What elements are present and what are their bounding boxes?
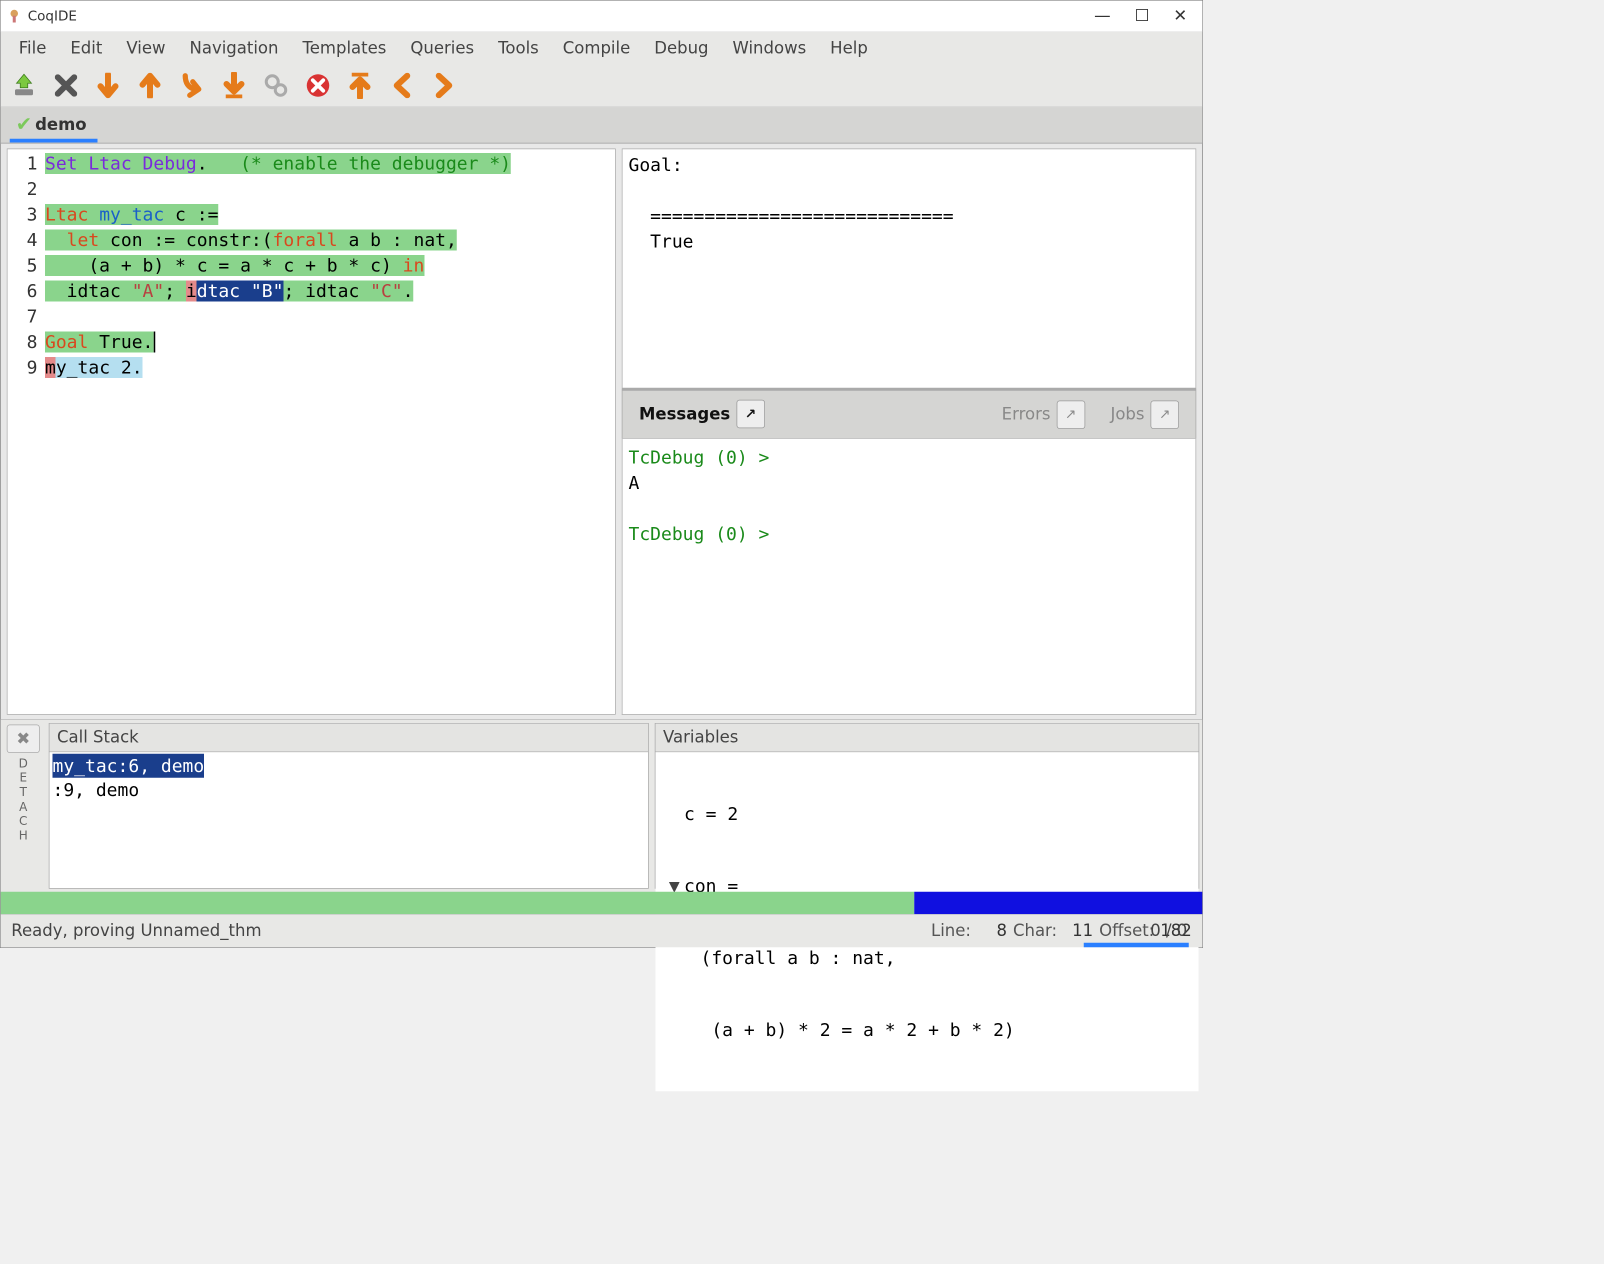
main-split: 1Set Ltac Debug. (* enable the debugger … <box>1 143 1203 719</box>
close-icon[interactable] <box>52 71 81 100</box>
arrow-up-icon[interactable] <box>136 71 165 100</box>
line-number: 9 <box>8 355 46 381</box>
tab-label: Jobs <box>1110 405 1144 424</box>
menu-help[interactable]: Help <box>818 34 880 62</box>
menubar: File Edit View Navigation Templates Quer… <box>1 32 1203 64</box>
line-number: 8 <box>8 329 46 355</box>
callstack-body[interactable]: my_tac:6, demo:9, demo <box>50 752 649 888</box>
menu-queries[interactable]: Queries <box>398 34 486 62</box>
menu-file[interactable]: File <box>7 34 59 62</box>
status-underline <box>1084 943 1189 948</box>
menu-debug[interactable]: Debug <box>642 34 720 62</box>
callstack-panel: Call Stack my_tac:6, demo:9, demo <box>49 723 649 889</box>
variable-row: c = 2 <box>684 802 738 826</box>
right-pane: Goal: ============================ True … <box>622 149 1197 715</box>
window-controls: — ☐ ✕ <box>1094 7 1187 26</box>
arrow-down-bar-icon[interactable] <box>220 71 249 100</box>
message-line: A <box>629 473 640 494</box>
arrow-up-bar-icon[interactable] <box>346 71 375 100</box>
arrow-down-icon[interactable] <box>94 71 123 100</box>
menu-compile[interactable]: Compile <box>551 34 642 62</box>
menu-tools[interactable]: Tools <box>486 34 551 62</box>
goal-header: Goal: <box>629 155 683 176</box>
chevron-left-icon[interactable] <box>388 71 417 100</box>
menu-edit[interactable]: Edit <box>58 34 114 62</box>
tab-label: Messages <box>639 405 730 424</box>
goal-body: True <box>629 231 694 252</box>
callstack-row[interactable]: :9, demo <box>53 779 140 800</box>
status-text: Ready, proving Unnamed_thm <box>11 922 931 941</box>
message-line: TcDebug (0) > <box>629 447 781 468</box>
statusbar: Ready, proving Unnamed_thm Line: 8 Char:… <box>1 914 1203 947</box>
maximize-button[interactable]: ☐ <box>1135 7 1150 26</box>
line-number: 2 <box>8 176 46 202</box>
message-line: TcDebug (0) > <box>629 524 781 545</box>
variables-panel: Variables c = 2 ▼con = (forall a b : nat… <box>655 723 1200 889</box>
line-number: 4 <box>8 227 46 253</box>
tab-label: Errors <box>1002 405 1051 424</box>
status-char-label: Char: <box>1013 922 1057 941</box>
tab-label: demo <box>35 115 87 134</box>
app-icon <box>7 9 22 24</box>
minimize-button[interactable]: — <box>1094 7 1111 26</box>
close-debug-button[interactable]: ✖ <box>7 725 40 754</box>
menu-templates[interactable]: Templates <box>290 34 398 62</box>
variable-row: (a + b) * 2 = a * 2 + b * 2) <box>701 1018 1015 1042</box>
progress-bar <box>1 892 1203 915</box>
status-counts: 0 / 0 <box>1150 922 1187 941</box>
detach-icon[interactable]: ↗ <box>1151 400 1180 429</box>
tab-messages[interactable]: Messages ↗ <box>632 397 773 444</box>
arrow-down-right-icon[interactable] <box>178 71 207 100</box>
gears-icon[interactable] <box>262 71 291 100</box>
callstack-row[interactable]: my_tac:6, demo <box>53 754 205 778</box>
line-number: 6 <box>8 278 46 304</box>
message-tabbar: Messages ↗ Errors ↗ Jobs ↗ <box>622 389 1197 439</box>
line-number: 1 <box>8 151 46 177</box>
tab-errors[interactable]: Errors ↗ <box>994 397 1092 432</box>
debug-row: ✖ DETACH Call Stack my_tac:6, demo:9, de… <box>1 719 1203 892</box>
script-editor[interactable]: 1Set Ltac Debug. (* enable the debugger … <box>7 149 616 715</box>
menu-windows[interactable]: Windows <box>721 34 819 62</box>
expand-icon[interactable] <box>665 802 685 826</box>
tabbar: ✔ demo <box>1 107 1203 143</box>
tab-jobs[interactable]: Jobs ↗ <box>1103 397 1187 432</box>
checkmark-icon: ✔ <box>16 113 32 136</box>
detach-label: DETACH <box>19 756 28 842</box>
app-window: CoqIDE — ☐ ✕ File Edit View Navigation T… <box>0 0 1203 948</box>
menu-view[interactable]: View <box>114 34 177 62</box>
error-icon[interactable] <box>304 71 333 100</box>
window-title: CoqIDE <box>28 8 1094 24</box>
detach-column: ✖ DETACH <box>1 720 46 892</box>
line-number: 5 <box>8 253 46 279</box>
progress-remaining <box>914 892 1202 915</box>
save-icon[interactable] <box>10 71 39 100</box>
status-line-value: 8 <box>977 922 1007 941</box>
line-number: 7 <box>8 304 46 330</box>
status-char-value: 11 <box>1063 922 1093 941</box>
line-number: 3 <box>8 202 46 228</box>
titlebar: CoqIDE — ☐ ✕ <box>1 1 1203 33</box>
variables-header: Variables <box>656 724 1199 753</box>
tab-demo[interactable]: ✔ demo <box>10 109 97 143</box>
menu-navigation[interactable]: Navigation <box>177 34 290 62</box>
callstack-header: Call Stack <box>50 724 649 753</box>
variable-row: (forall a b : nat, <box>701 946 896 970</box>
close-window-button[interactable]: ✕ <box>1173 7 1187 26</box>
messages-panel[interactable]: TcDebug (0) > A TcDebug (0) > <box>622 439 1197 715</box>
detach-icon[interactable]: ↗ <box>1056 400 1085 429</box>
goal-panel[interactable]: Goal: ============================ True <box>622 149 1197 389</box>
progress-done <box>1 892 914 915</box>
chevron-right-icon[interactable] <box>430 71 459 100</box>
status-offset-label: Offset: <box>1099 922 1154 941</box>
goal-separator: ============================ <box>629 206 954 227</box>
status-line-label: Line: <box>931 922 971 941</box>
toolbar <box>1 64 1203 108</box>
detach-icon[interactable]: ↗ <box>736 400 765 429</box>
